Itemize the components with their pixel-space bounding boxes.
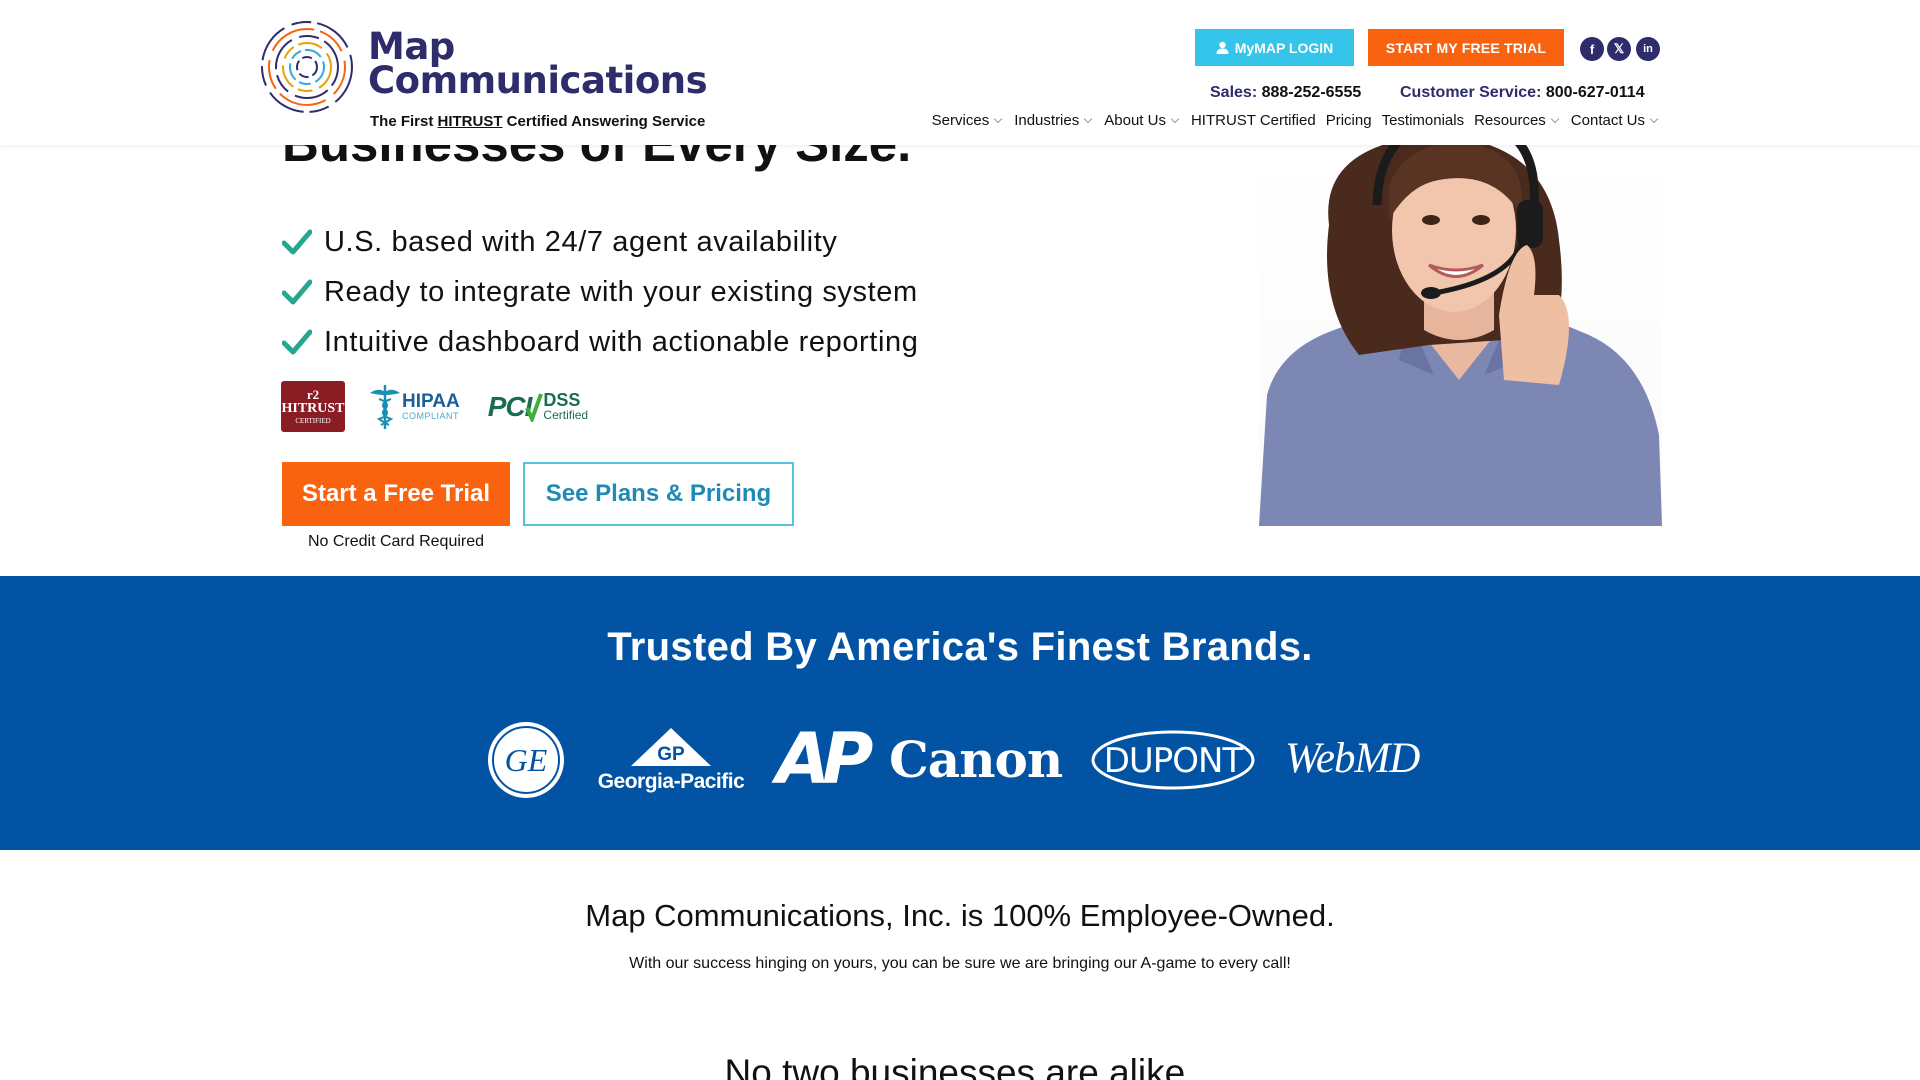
chevron-down-icon <box>1170 114 1180 124</box>
hipaa-badge: HIPAA COMPLIANT <box>368 383 460 431</box>
nav-label: Contact Us <box>1570 112 1645 129</box>
logo-line-2: Communications <box>368 59 708 102</box>
benefit-text: U.S. based with 24/7 agent availability <box>324 225 838 258</box>
nav-label: HITRUST Certified <box>1190 112 1316 129</box>
nav-industries[interactable]: Industries <box>1014 112 1094 129</box>
benefit-list: U.S. based with 24/7 agent availability … <box>282 217 918 367</box>
chevron-down-icon <box>993 114 1003 124</box>
main-nav: Services Industries About Us HITRUST Cer… <box>932 112 1660 129</box>
logo-icon[interactable] <box>259 19 355 115</box>
employee-owned-subtitle: With our success hinging on yours, you c… <box>629 955 1291 972</box>
trusted-brands-section <box>0 576 1920 850</box>
customer-service-phone[interactable]: Customer Service: 800-627-0114 <box>1400 84 1645 102</box>
ge-logo-text: GE <box>505 742 548 778</box>
nav-pricing[interactable]: Pricing <box>1326 112 1372 129</box>
employee-owned-heading: Map Communications, Inc. is 100% Employe… <box>585 898 1335 933</box>
site-header: Map Communications The First HITRUST Cer… <box>0 0 1920 145</box>
webmd-logo: WebMD <box>1285 735 1420 782</box>
nav-label: Testimonials <box>1381 112 1465 129</box>
login-label: MyMAP LOGIN <box>1234 39 1334 56</box>
chevron-down-icon <box>1550 114 1560 124</box>
hipaa-badge-name: HIPAA <box>402 390 460 412</box>
logo-tagline: The First HITRUST Certified Answering Se… <box>370 113 705 130</box>
sales-phone[interactable]: Sales: 888-252-6555 <box>1210 84 1361 102</box>
dupont-logo-text: DUPONT <box>1104 741 1244 781</box>
nav-label: Services <box>931 112 990 129</box>
nav-services[interactable]: Services <box>932 112 1005 129</box>
sales-number[interactable]: 888-252-6555 <box>1262 84 1362 101</box>
tagline-text: Certified Answering Service <box>502 113 706 130</box>
no-credit-card-note: No Credit Card Required <box>307 533 485 550</box>
pci-badge-label: Certified <box>543 408 589 422</box>
benefit-text: Ready to integrate with your existing sy… <box>324 275 918 308</box>
benefit-text: Intuitive dashboard with actionable repo… <box>324 325 919 358</box>
nav-resources[interactable]: Resources <box>1474 112 1561 129</box>
nav-hitrust-certified[interactable]: HITRUST Certified <box>1191 112 1316 129</box>
brands-title: Trusted By America's Finest Brands. <box>607 625 1313 669</box>
caduceus-icon <box>370 384 400 429</box>
checkmark-icon <box>282 329 312 355</box>
start-free-trial-button[interactable]: Start a Free Trial <box>282 462 510 526</box>
checkmark-icon <box>282 229 312 255</box>
certification-badges: r2 HITRUST CERTIFIED HIPAA COMPLIANT PCI… <box>281 381 588 432</box>
nav-label: About Us <box>1104 112 1166 129</box>
call-center-agent-image <box>1259 145 1662 526</box>
dss-badge-name: DSS <box>543 390 581 410</box>
pci-dss-badge: PCI DSS Certified <box>488 391 588 423</box>
tagline-hitrust: HITRUST <box>437 113 503 130</box>
checkmark-icon <box>525 392 544 422</box>
facebook-icon[interactable]: f <box>1580 37 1604 61</box>
customer-service-number[interactable]: 800-627-0114 <box>1546 84 1645 101</box>
ge-logo: GE <box>486 720 566 800</box>
customer-service-label: Customer Service: <box>1400 84 1542 101</box>
sales-label: Sales: <box>1210 84 1258 101</box>
nav-testimonials[interactable]: Testimonials <box>1382 112 1465 129</box>
nav-label: Resources <box>1474 112 1546 129</box>
list-item: Ready to integrate with your existing sy… <box>282 267 918 317</box>
ap-logo: AP <box>776 718 874 800</box>
hitrust-badge-label: CERTIFIED <box>295 417 331 425</box>
chevron-down-icon <box>1084 114 1093 124</box>
tagline-text: The First <box>370 113 438 130</box>
section-heading: No two businesses are alike. <box>724 1052 1196 1080</box>
canon-logo: Canon <box>889 730 1063 789</box>
list-item: U.S. based with 24/7 agent availability <box>282 217 918 267</box>
user-icon <box>1216 41 1229 54</box>
list-item: Intuitive dashboard with actionable repo… <box>282 317 918 367</box>
chevron-down-icon <box>1649 114 1659 124</box>
see-plans-pricing-button[interactable]: See Plans & Pricing <box>523 462 794 526</box>
mymap-login-button[interactable]: MyMAP LOGIN <box>1195 29 1354 66</box>
x-twitter-icon[interactable]: 𝕏 <box>1607 37 1631 61</box>
hipaa-badge-label: COMPLIANT <box>402 410 460 421</box>
gp-logo-text: GP <box>657 744 685 765</box>
logo-wordmark[interactable]: Map Communications <box>368 28 708 102</box>
linkedin-icon[interactable]: in <box>1636 37 1660 61</box>
dupont-logo: DUPONT <box>1090 729 1256 791</box>
georgia-pacific-text: Georgia-Pacific <box>597 770 745 793</box>
nav-label: Pricing <box>1325 112 1372 129</box>
hitrust-badge: r2 HITRUST CERTIFIED <box>281 381 345 432</box>
checkmark-icon <box>282 279 312 305</box>
nav-about-us[interactable]: About Us <box>1104 112 1181 129</box>
georgia-pacific-logo: GP Georgia-Pacific <box>594 728 748 794</box>
start-my-free-trial-button[interactable]: START MY FREE TRIAL <box>1368 29 1564 66</box>
nav-label: Industries <box>1014 112 1080 129</box>
hitrust-badge-name: HITRUST <box>281 401 345 416</box>
hitrust-badge-top: r2 <box>306 387 320 402</box>
nav-contact-us[interactable]: Contact Us <box>1571 112 1660 129</box>
